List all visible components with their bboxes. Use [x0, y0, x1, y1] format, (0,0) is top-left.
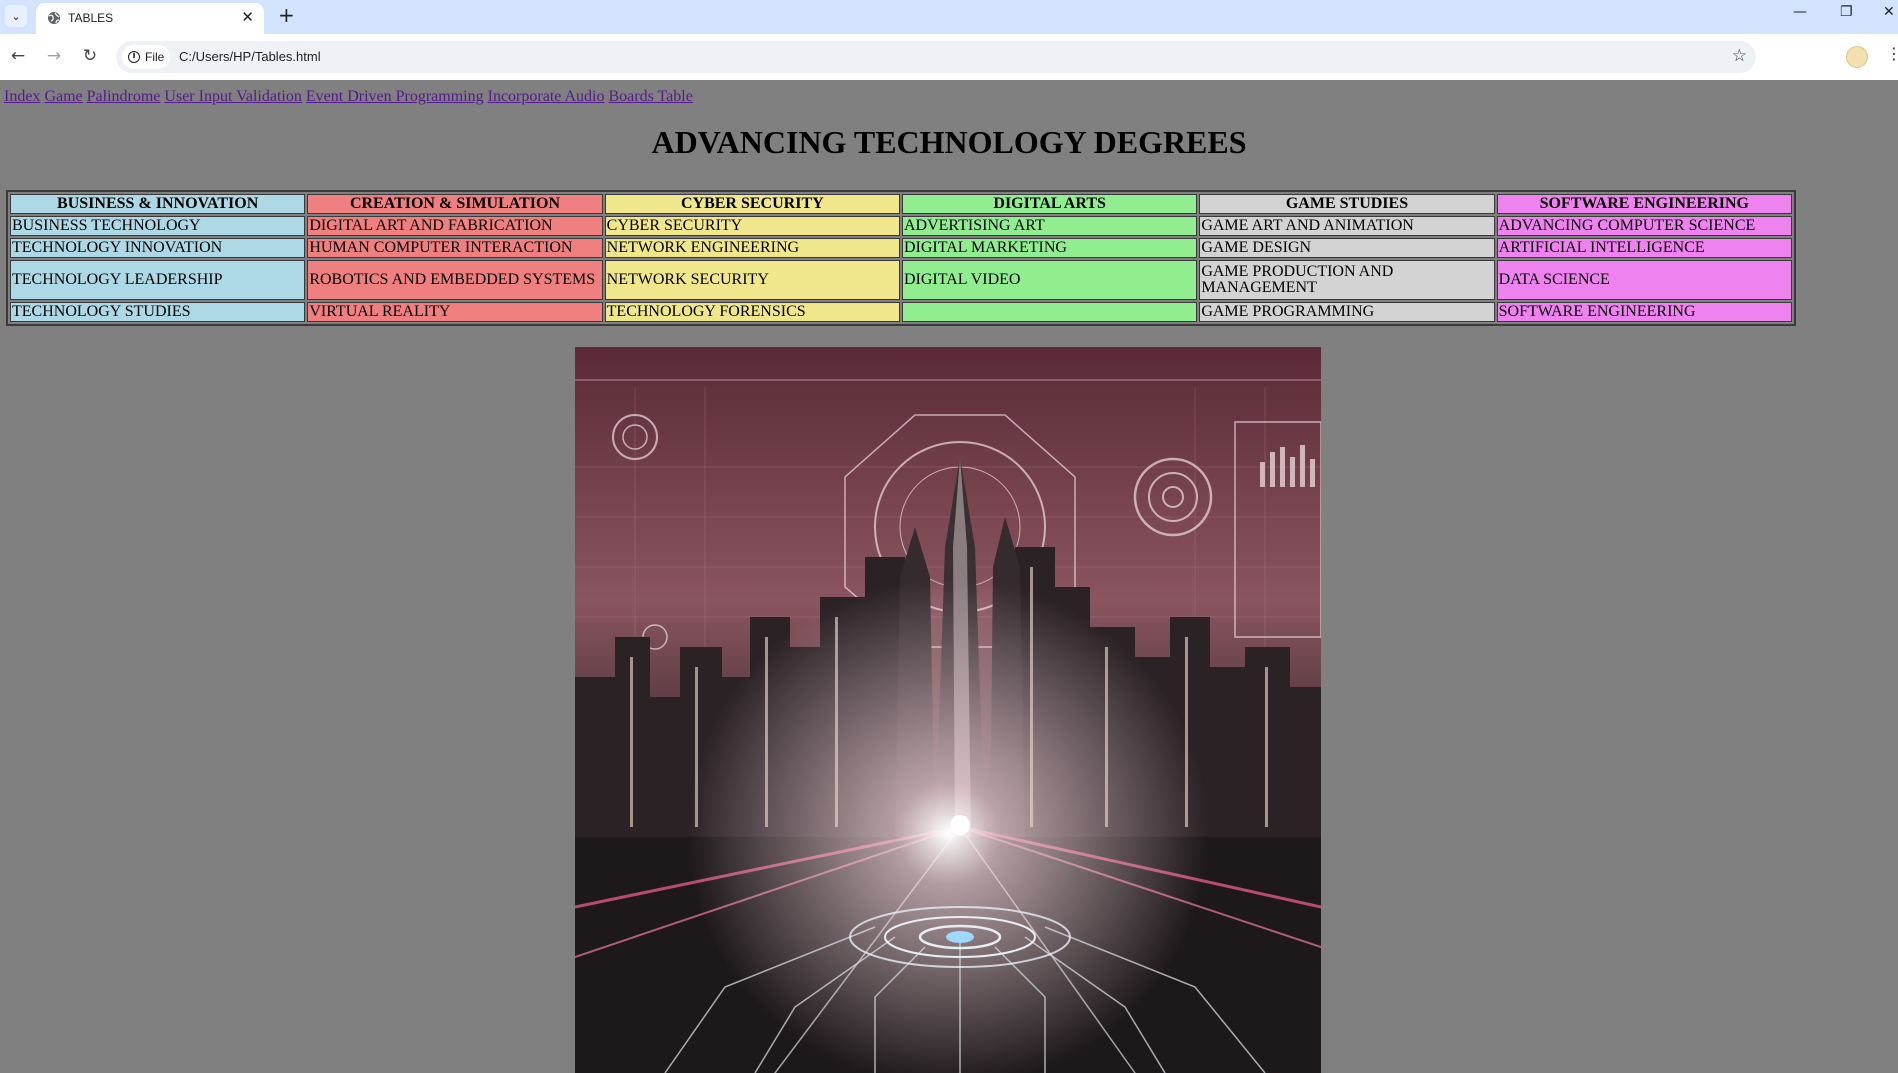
minimize-icon[interactable]: —: [1793, 4, 1807, 20]
column-header: SOFTWARE ENGINEERING: [1496, 194, 1792, 214]
table-cell: DIGITAL ART AND FABRICATION: [307, 216, 603, 236]
restore-icon[interactable]: ❐: [1840, 4, 1853, 20]
table-cell: ADVERTISING ART: [901, 216, 1198, 236]
table-cell: SOFTWARE ENGINEERING: [1496, 302, 1792, 322]
nav-link-game[interactable]: Game: [44, 88, 82, 105]
tab-search-button[interactable]: ⌄: [5, 5, 27, 27]
table-cell: NETWORK ENGINEERING: [604, 238, 900, 258]
nav-link-user-input-validation[interactable]: User Input Validation: [164, 88, 301, 105]
table-cell: HUMAN COMPUTER INTERACTION: [307, 238, 603, 258]
column-header: CREATION & SIMULATION: [307, 194, 603, 214]
column-header: DIGITAL ARTS: [901, 194, 1198, 214]
table-cell: VIRTUAL REALITY: [307, 302, 603, 322]
table-cell: [901, 302, 1198, 322]
column-header: BUSINESS & INNOVATION: [10, 194, 306, 214]
site-chip-label: File: [145, 50, 165, 64]
table-cell: TECHNOLOGY STUDIES: [10, 302, 306, 322]
column-header: CYBER SECURITY: [604, 194, 900, 214]
table-cell: TECHNOLOGY INNOVATION: [10, 238, 306, 258]
menu-icon[interactable]: ⋮: [1886, 44, 1898, 63]
table-row: BUSINESS TECHNOLOGY DIGITAL ART AND FABR…: [10, 216, 1792, 236]
page-title: ADVANCING TECHNOLOGY DEGREES: [651, 124, 1247, 160]
column-header: GAME STUDIES: [1199, 194, 1495, 214]
table-cell: GAME PRODUCTION AND MANAGEMENT: [1199, 260, 1495, 300]
table-cell: GAME DESIGN: [1199, 238, 1495, 258]
browser-tab[interactable]: TABLES ✕: [36, 3, 264, 34]
degrees-table: BUSINESS & INNOVATION CREATION & SIMULAT…: [6, 190, 1796, 326]
reload-icon[interactable]: ↻: [78, 44, 102, 68]
hero-image: [575, 347, 1321, 1073]
nav-links: Index Game Palindrome User Input Validation…: [4, 88, 697, 106]
nav-link-index[interactable]: Index: [4, 88, 40, 105]
tab-title: TABLES: [68, 11, 114, 25]
table-cell: TECHNOLOGY FORENSICS: [604, 302, 900, 322]
bookmark-star-icon[interactable]: ☆: [1732, 46, 1747, 66]
close-window-icon[interactable]: ✕: [1883, 4, 1895, 20]
table-cell: ARTIFICIAL INTELLIGENCE: [1496, 238, 1792, 258]
table-row: TECHNOLOGY LEADERSHIP ROBOTICS AND EMBED…: [10, 260, 1792, 300]
futuristic-city-illustration-icon: [575, 347, 1321, 1073]
table-cell: TECHNOLOGY LEADERSHIP: [10, 260, 306, 300]
info-icon: i: [128, 51, 140, 63]
forward-icon[interactable]: →: [42, 44, 66, 68]
table-cell: DIGITAL MARKETING: [901, 238, 1198, 258]
new-tab-icon[interactable]: +: [278, 3, 295, 27]
url-text[interactable]: C:/Users/HP/Tables.html: [179, 49, 321, 64]
address-bar[interactable]: i File C:/Users/HP/Tables.html ☆: [116, 41, 1756, 73]
globe-icon: [48, 12, 60, 24]
table-cell: GAME PROGRAMMING: [1199, 302, 1495, 322]
table-cell: BUSINESS TECHNOLOGY: [10, 216, 306, 236]
table-row: TECHNOLOGY INNOVATION HUMAN COMPUTER INT…: [10, 238, 1792, 258]
table-cell: ADVANCING COMPUTER SCIENCE: [1496, 216, 1792, 236]
table-cell: DIGITAL VIDEO: [901, 260, 1198, 300]
close-tab-icon[interactable]: ✕: [241, 8, 254, 26]
nav-link-palindrome[interactable]: Palindrome: [87, 88, 161, 105]
table-header-row: BUSINESS & INNOVATION CREATION & SIMULAT…: [10, 194, 1792, 214]
table-cell: GAME ART AND ANIMATION: [1199, 216, 1495, 236]
table-cell: DATA SCIENCE: [1496, 260, 1792, 300]
browser-tab-bar: ⌄ TABLES ✕ + — ❐ ✕: [0, 0, 1898, 34]
back-icon[interactable]: ←: [6, 44, 30, 68]
browser-toolbar: ← → ↻ i File C:/Users/HP/Tables.html ☆: [0, 34, 1898, 80]
nav-link-event-driven-programming[interactable]: Event Driven Programming: [306, 88, 484, 105]
table-cell: CYBER SECURITY: [604, 216, 900, 236]
table-cell: ROBOTICS AND EMBEDDED SYSTEMS: [307, 260, 603, 300]
nav-link-incorporate-audio[interactable]: Incorporate Audio: [488, 88, 605, 105]
table-row: TECHNOLOGY STUDIES VIRTUAL REALITY TECHN…: [10, 302, 1792, 322]
page-content: Index Game Palindrome User Input Validation…: [0, 80, 1898, 1073]
table-cell: NETWORK SECURITY: [604, 260, 900, 300]
profile-avatar[interactable]: [1846, 46, 1868, 68]
nav-link-boards-table[interactable]: Boards Table: [608, 88, 692, 105]
site-info-chip[interactable]: i File: [122, 45, 170, 69]
